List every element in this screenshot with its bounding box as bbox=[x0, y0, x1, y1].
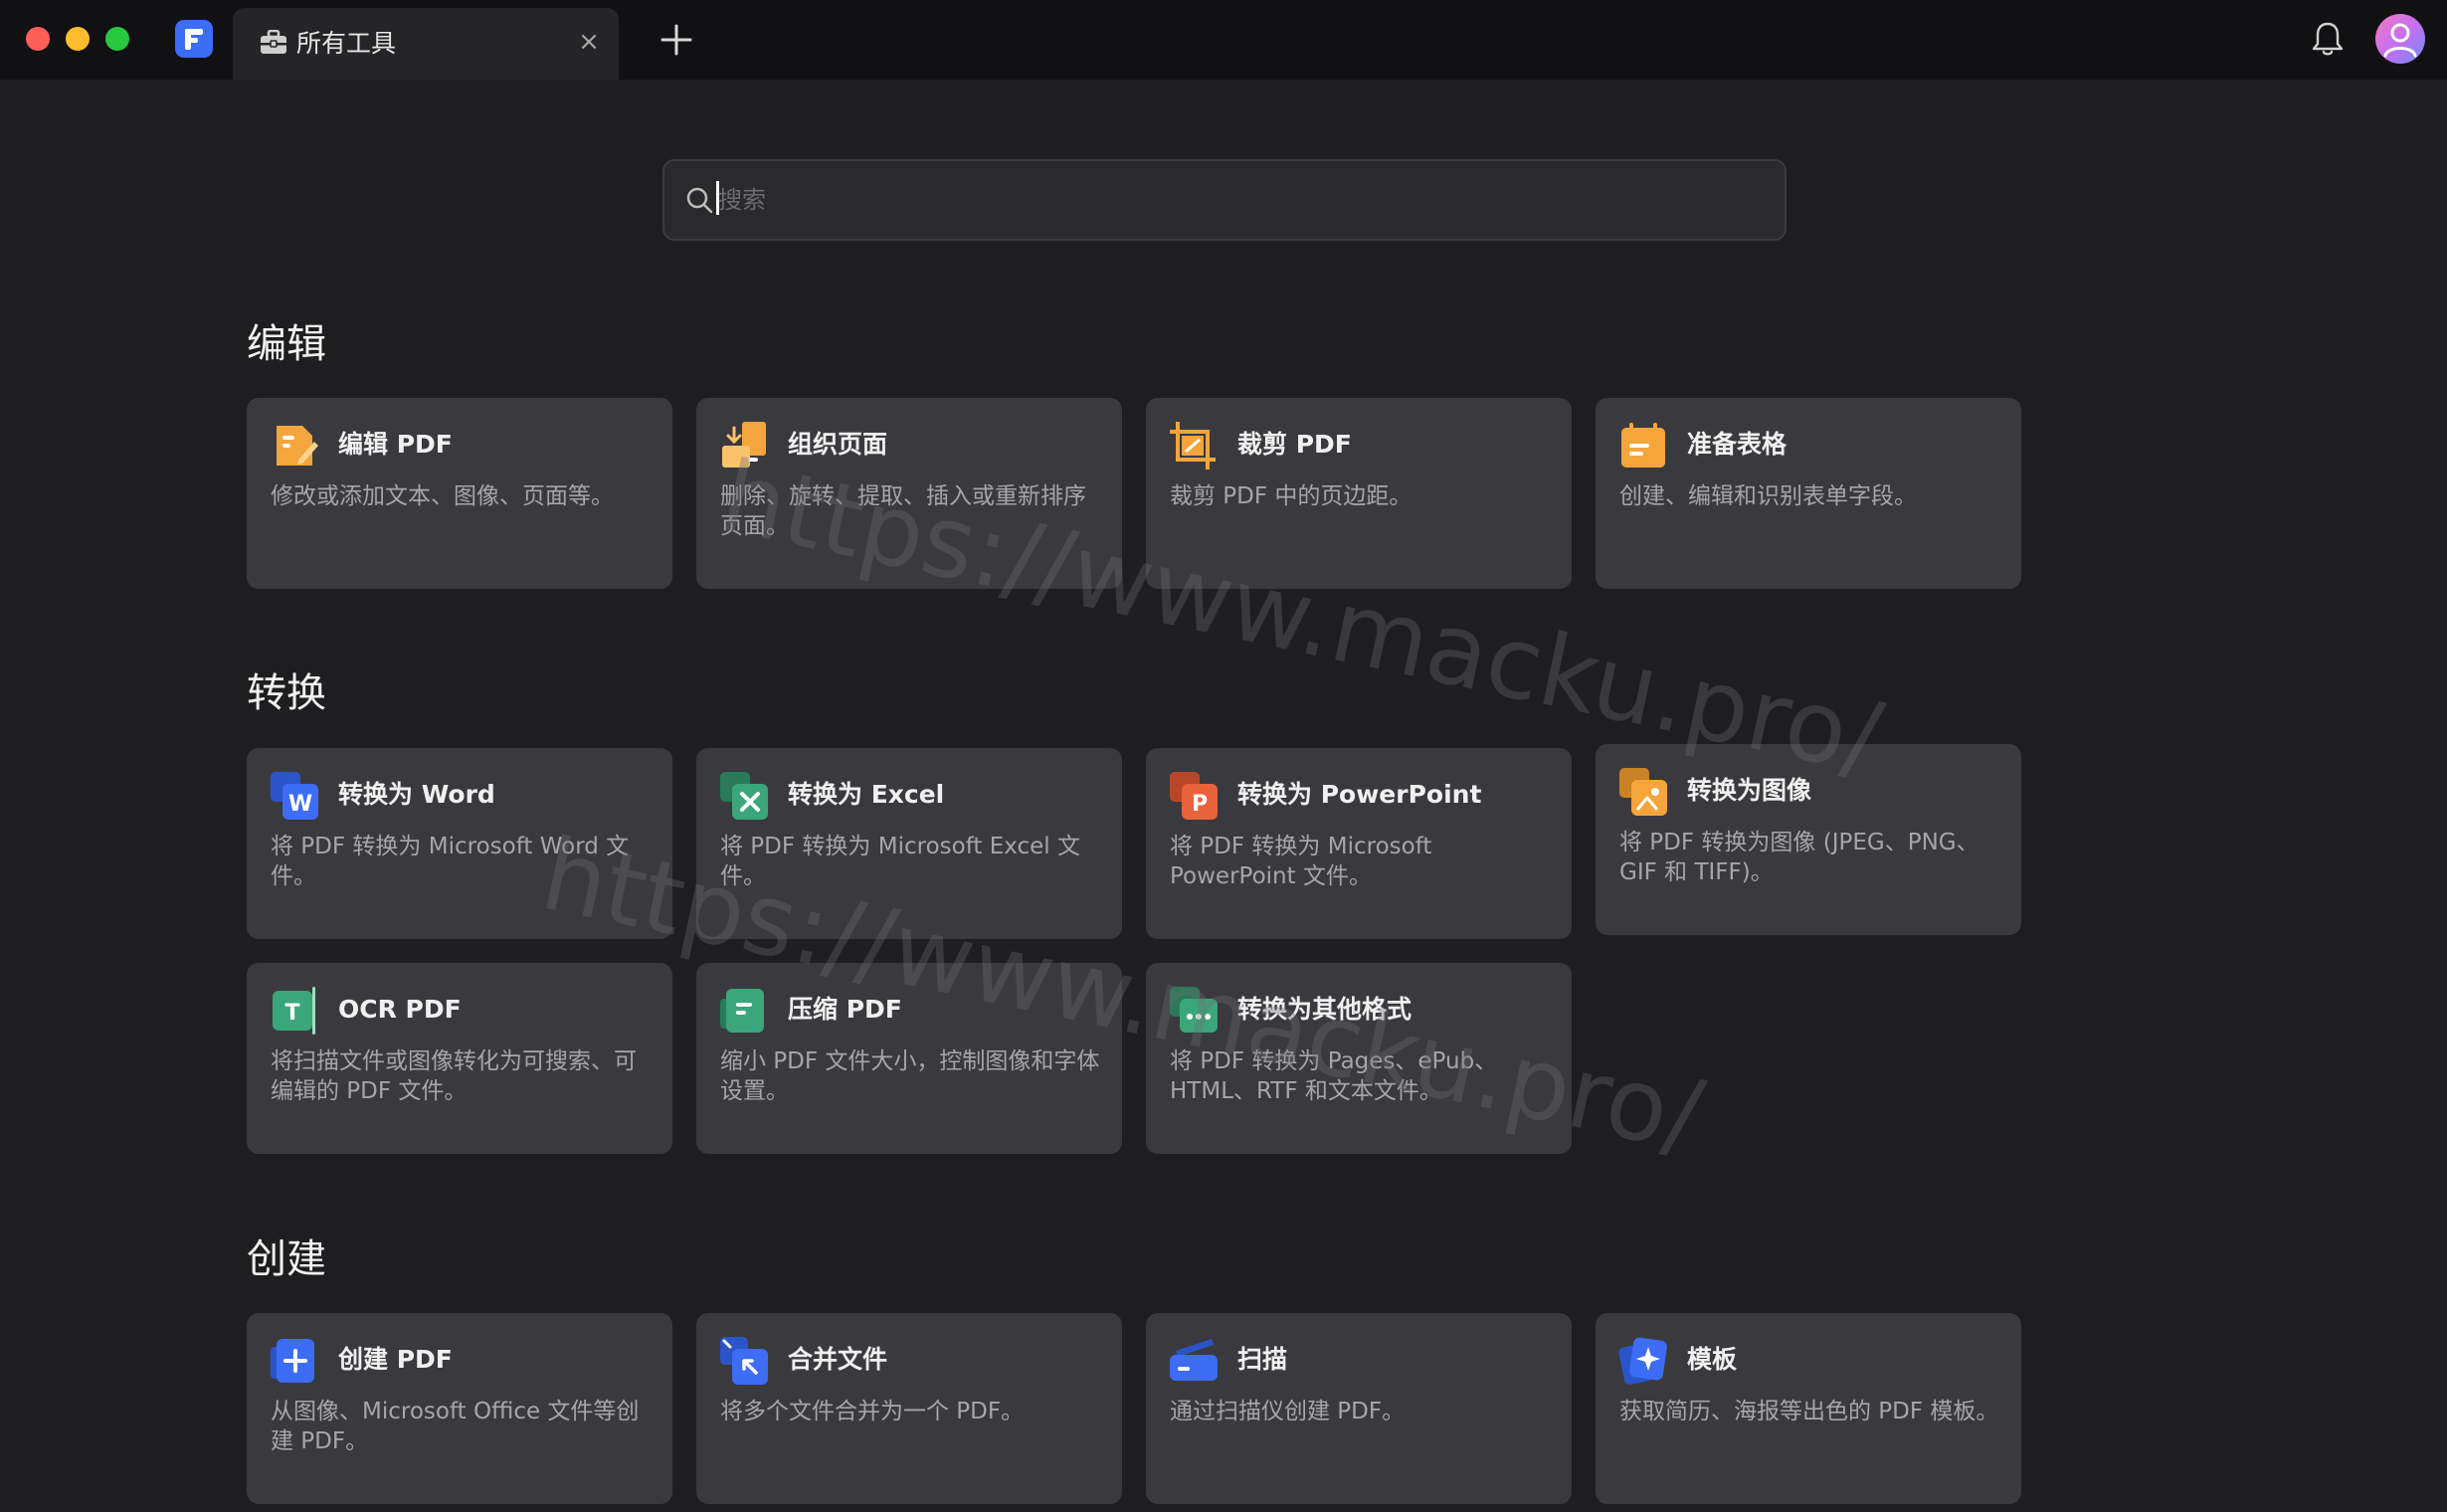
section-title-create: 创建 bbox=[247, 1236, 326, 1282]
card-title: 转换为 Word bbox=[338, 780, 495, 809]
card-title: 模板 bbox=[1687, 1345, 1738, 1374]
compress-icon bbox=[720, 989, 764, 1033]
powerpoint-icon: P bbox=[1170, 772, 1218, 820]
image-icon bbox=[1619, 768, 1667, 816]
merge-files-icon bbox=[720, 1337, 768, 1385]
card-description: 将 PDF 转换为图像 (JPEG、PNG、GIF 和 TIFF)。 bbox=[1619, 830, 1979, 885]
other-formats-icon bbox=[1170, 987, 1218, 1033]
tool-card-create-pdf[interactable]: 创建 PDF 从图像、Microsoft Office 文件等创建 PDF。 bbox=[247, 1313, 672, 1504]
card-description: 通过扫描仪创建 PDF。 bbox=[1170, 1399, 1406, 1424]
user-avatar[interactable] bbox=[2375, 14, 2425, 64]
tool-card-edit-pdf[interactable]: 编辑 PDF 修改或添加文本、图像、页面等。 bbox=[247, 398, 672, 589]
svg-text:T: T bbox=[284, 1001, 299, 1026]
organize-pages-icon bbox=[722, 422, 766, 468]
card-description: 修改或添加文本、图像、页面等。 bbox=[271, 483, 614, 509]
text-caret bbox=[716, 181, 719, 215]
card-title: 编辑 PDF bbox=[338, 430, 453, 459]
tool-card-convert-powerpoint[interactable]: P 转换为 PowerPoint 将 PDF 转换为 Microsoft Pow… bbox=[1146, 748, 1572, 939]
card-title: 准备表格 bbox=[1687, 430, 1788, 459]
new-tab-plus-icon[interactable] bbox=[657, 20, 696, 60]
section-title-convert: 转换 bbox=[247, 670, 326, 716]
tab-close-icon[interactable]: × bbox=[575, 28, 603, 56]
card-title: OCR PDF bbox=[338, 995, 462, 1024]
card-title: 扫描 bbox=[1237, 1345, 1288, 1374]
search-box[interactable] bbox=[662, 159, 1787, 241]
notification-bell-icon[interactable] bbox=[2310, 20, 2346, 58]
svg-text:P: P bbox=[1192, 792, 1208, 817]
tool-card-organize-pages[interactable]: 组织页面 删除、旋转、提取、插入或重新排序页面。 bbox=[696, 398, 1122, 589]
tab-title: 所有工具 bbox=[296, 29, 397, 58]
card-title: 裁剪 PDF bbox=[1237, 430, 1352, 459]
tool-card-convert-other[interactable]: 转换为其他格式 将 PDF 转换为 Pages、ePub、HTML、RTF 和文… bbox=[1146, 963, 1572, 1154]
tool-card-prepare-form[interactable]: 准备表格 创建、编辑和识别表单字段。 bbox=[1596, 398, 2021, 589]
card-title: 组织页面 bbox=[788, 430, 888, 459]
tab-all-tools[interactable]: 所有工具 × bbox=[233, 8, 619, 80]
tool-card-scan[interactable]: 扫描 通过扫描仪创建 PDF。 bbox=[1146, 1313, 1572, 1504]
tool-card-crop-pdf[interactable]: 裁剪 PDF 裁剪 PDF 中的页边距。 bbox=[1146, 398, 1572, 589]
search-input[interactable] bbox=[716, 179, 1755, 221]
close-window-button[interactable] bbox=[26, 27, 50, 51]
tool-card-convert-excel[interactable]: 转换为 Excel 将 PDF 转换为 Microsoft Excel 文件。 bbox=[696, 748, 1122, 939]
zoom-window-button[interactable] bbox=[105, 27, 129, 51]
tool-card-template[interactable]: 模板 获取简历、海报等出色的 PDF 模板。 bbox=[1596, 1313, 2021, 1504]
card-description: 裁剪 PDF 中的页边距。 bbox=[1170, 483, 1412, 509]
scan-icon bbox=[1170, 1339, 1218, 1381]
card-description: 创建、编辑和识别表单字段。 bbox=[1619, 483, 1917, 509]
card-description: 将 PDF 转换为 Pages、ePub、HTML、RTF 和文本文件。 bbox=[1170, 1048, 1498, 1104]
toolbox-icon bbox=[261, 30, 286, 54]
card-description: 将扫描文件或图像转化为可搜索、可编辑的 PDF 文件。 bbox=[271, 1048, 637, 1104]
svg-text:W: W bbox=[288, 792, 312, 817]
card-description: 将 PDF 转换为 Microsoft PowerPoint 文件。 bbox=[1170, 834, 1432, 889]
card-title: 转换为 PowerPoint bbox=[1237, 780, 1482, 809]
card-description: 删除、旋转、提取、插入或重新排序页面。 bbox=[720, 483, 1086, 539]
card-title: 创建 PDF bbox=[338, 1345, 453, 1374]
card-description: 将 PDF 转换为 Microsoft Word 文件。 bbox=[271, 834, 630, 889]
title-bar: 所有工具 × bbox=[0, 0, 2447, 80]
tool-card-ocr-pdf[interactable]: T OCR PDF 将扫描文件或图像转化为可搜索、可编辑的 PDF 文件。 bbox=[247, 963, 672, 1154]
card-description: 从图像、Microsoft Office 文件等创建 PDF。 bbox=[271, 1399, 640, 1454]
card-description: 缩小 PDF 文件大小，控制图像和字体设置。 bbox=[720, 1048, 1100, 1104]
card-title: 合并文件 bbox=[788, 1345, 888, 1374]
tool-card-merge-files[interactable]: 合并文件 将多个文件合并为一个 PDF。 bbox=[696, 1313, 1122, 1504]
edit-pdf-icon bbox=[277, 426, 318, 466]
card-title: 转换为 Excel bbox=[788, 780, 945, 809]
tool-card-convert-image[interactable]: 转换为图像 将 PDF 转换为图像 (JPEG、PNG、GIF 和 TIFF)。 bbox=[1596, 744, 2021, 935]
search-icon bbox=[686, 187, 713, 214]
crop-pdf-icon bbox=[1170, 422, 1216, 470]
tool-card-compress-pdf[interactable]: 压缩 PDF 缩小 PDF 文件大小，控制图像和字体设置。 bbox=[696, 963, 1122, 1154]
card-description: 将多个文件合并为一个 PDF。 bbox=[720, 1399, 1025, 1424]
card-description: 获取简历、海报等出色的 PDF 模板。 bbox=[1619, 1399, 1999, 1424]
create-pdf-icon bbox=[271, 1339, 314, 1383]
card-title: 压缩 PDF bbox=[788, 995, 902, 1024]
word-icon: W bbox=[271, 772, 318, 820]
minimize-window-button[interactable] bbox=[66, 27, 90, 51]
ocr-icon: T bbox=[273, 987, 315, 1035]
tool-card-convert-word[interactable]: W 转换为 Word 将 PDF 转换为 Microsoft Word 文件。 bbox=[247, 748, 672, 939]
prepare-form-icon bbox=[1621, 423, 1665, 468]
card-title: 转换为图像 bbox=[1687, 776, 1812, 805]
user-avatar-icon bbox=[2383, 23, 2417, 58]
app-window: 所有工具 × 编辑 转换 创建 bbox=[0, 0, 2447, 1512]
template-icon bbox=[1618, 1337, 1667, 1385]
excel-icon bbox=[720, 772, 768, 820]
card-title: 转换为其他格式 bbox=[1237, 995, 1412, 1024]
app-logo-icon[interactable] bbox=[175, 20, 213, 58]
section-title-edit: 编辑 bbox=[247, 321, 326, 367]
card-description: 将 PDF 转换为 Microsoft Excel 文件。 bbox=[720, 834, 1080, 889]
